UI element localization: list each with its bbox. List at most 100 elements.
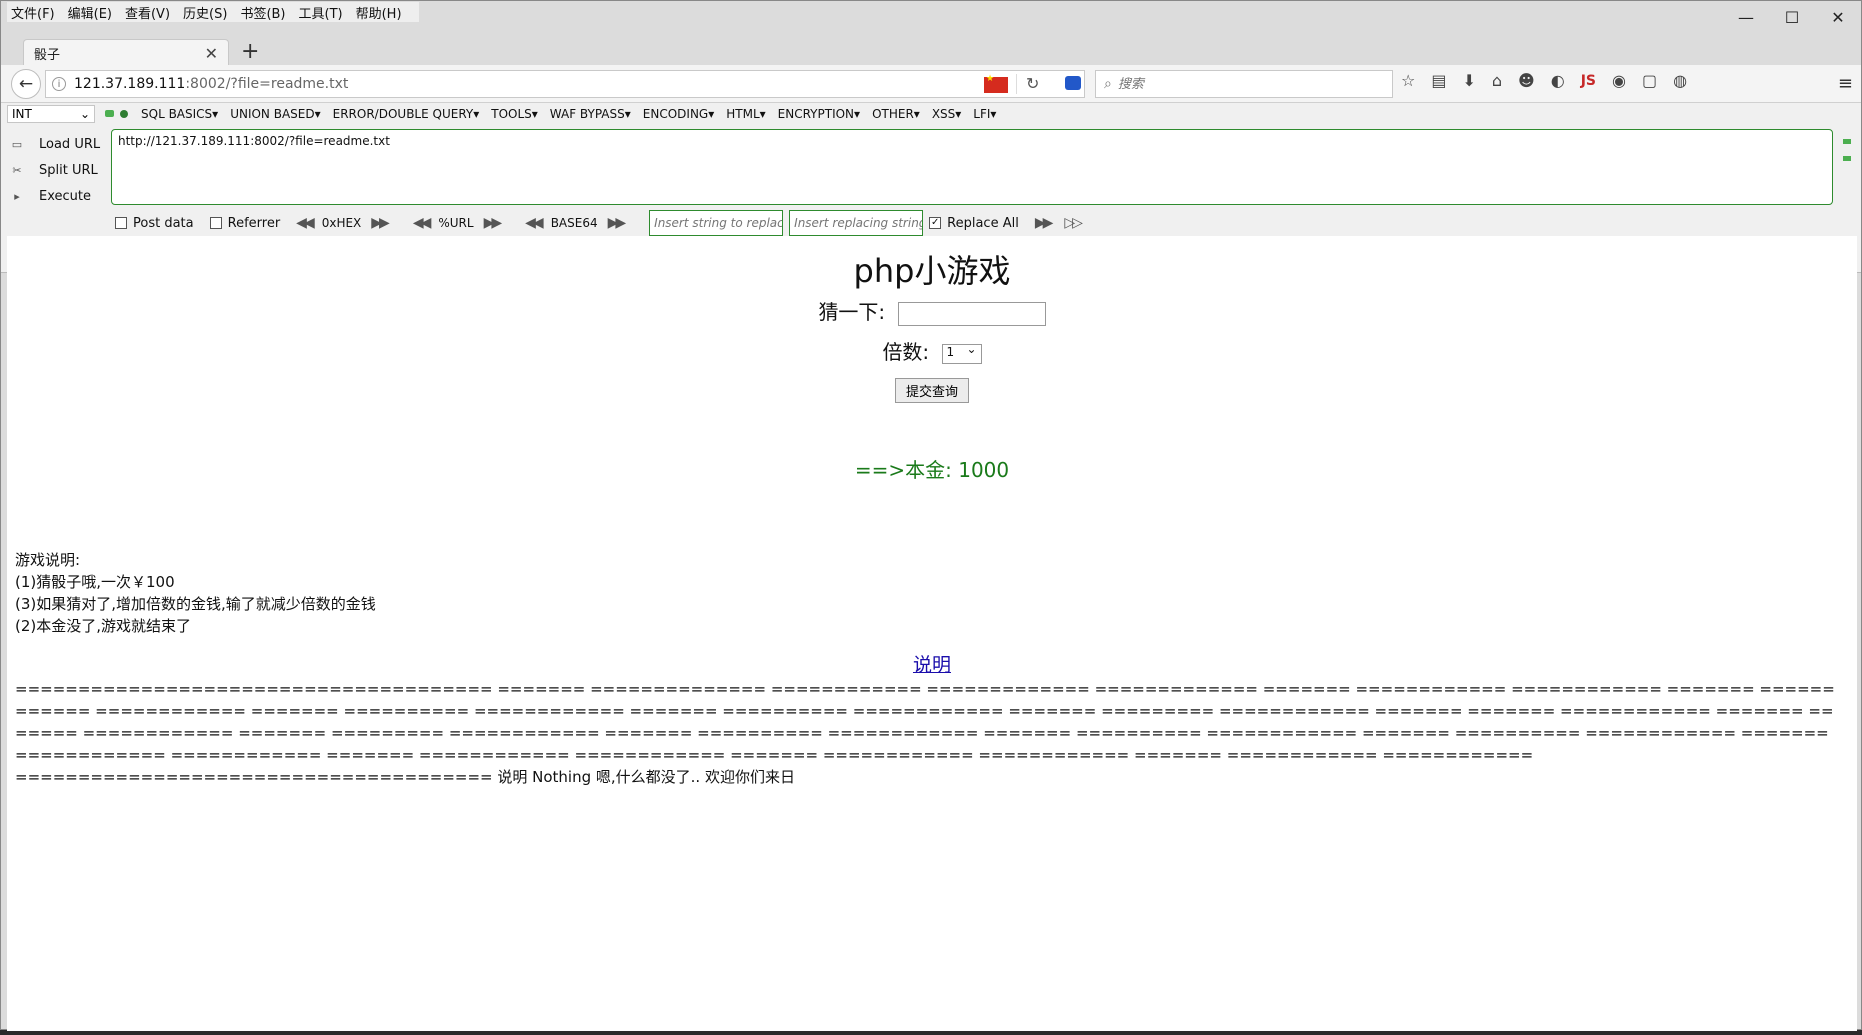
tail-text: ====================================== 说…: [15, 768, 795, 786]
hackbar-menu: INT ⌄ SQL BASICS▾ UNION BASED▾ ERROR/DOU…: [1, 103, 1861, 125]
page-content: php小游戏 猜一下: 倍数: 1 提交查询 ==>本金: 1000 游戏说明:…: [7, 236, 1857, 1031]
back-button[interactable]: ←: [11, 68, 41, 99]
referrer-checkbox[interactable]: Referrer: [209, 215, 281, 231]
encode-arrow-icon[interactable]: ▶▶: [484, 215, 502, 231]
multiplier-select[interactable]: 1: [941, 342, 982, 364]
close-window-button[interactable]: ✕: [1815, 1, 1861, 33]
navigation-bar: ← i 121.37.189.111:8002/?file=readme.txt…: [1, 65, 1861, 103]
split-url-label: Split URL: [39, 162, 98, 178]
post-data-checkbox[interactable]: Post data: [115, 216, 194, 231]
hackbar-status: [105, 110, 134, 118]
indicator-icon: [1843, 139, 1851, 144]
explain-link[interactable]: 说明: [7, 650, 1857, 677]
url-bar[interactable]: i 121.37.189.111:8002/?file=readme.txt ↻: [45, 70, 1085, 98]
type-select[interactable]: INT ⌄: [7, 105, 95, 123]
hex-encoder: ◀◀ 0xHEX ▶▶: [296, 215, 390, 231]
multiplier-label: 倍数:: [882, 340, 930, 364]
title-bar: 文件(F) 编辑(E) 查看(V) 历史(S) 书签(B) 工具(T) 帮助(H…: [1, 1, 1861, 37]
hackbar-url-textarea[interactable]: http://121.37.189.111:8002/?file=readme.…: [111, 129, 1833, 205]
replace-arrow-icon[interactable]: ▶▶: [1035, 215, 1053, 231]
hackbar-side-indicators: [1843, 139, 1851, 173]
search-input[interactable]: [1117, 76, 1358, 92]
equals-text-block: ====================================== =…: [15, 680, 1835, 764]
multiplier-row: 倍数: 1: [7, 336, 1857, 365]
download-icon[interactable]: ⬇: [1462, 71, 1475, 90]
url-path: :8002/?file=readme.txt: [185, 76, 349, 92]
menu-bookmarks[interactable]: 书签(B): [240, 3, 285, 22]
decode-arrow-icon[interactable]: ◀◀: [525, 215, 543, 231]
split-url-button[interactable]: ✂ Split URL: [9, 157, 100, 183]
minimize-button[interactable]: —: [1723, 1, 1769, 33]
menu-error-double-query[interactable]: ERROR/DOUBLE QUERY▾: [333, 107, 480, 121]
guess-row: 猜一下:: [7, 296, 1857, 326]
menu-waf-bypass[interactable]: WAF BYPASS▾: [550, 107, 631, 121]
execute-button[interactable]: ▸ Execute: [9, 183, 100, 209]
search-icon: ⌕: [1104, 76, 1112, 92]
home-icon[interactable]: ⌂: [1492, 71, 1502, 90]
rules-line: (2)本金没了,游戏就结束了: [15, 617, 192, 635]
encode-arrow-icon[interactable]: ▶▶: [608, 215, 626, 231]
menu-history[interactable]: 历史(S): [183, 3, 227, 22]
globe-icon[interactable]: ◉: [1612, 71, 1626, 90]
china-flag-icon[interactable]: [984, 74, 1008, 93]
hamburger-menu-icon[interactable]: ≡: [1838, 73, 1853, 94]
menu-other[interactable]: OTHER▾: [872, 107, 920, 121]
indicator-icon: [1843, 156, 1851, 161]
menu-tools[interactable]: TOOLS▾: [491, 107, 538, 121]
url-encoder: ◀◀ %URL ▶▶: [413, 215, 502, 231]
bookmark-star-icon[interactable]: ☆: [1401, 71, 1415, 90]
translate-icon[interactable]: ◍: [1673, 71, 1687, 90]
search-bar[interactable]: ⌕: [1095, 70, 1393, 98]
checkbox-checked: ✓: [929, 217, 942, 229]
reading-list-icon[interactable]: ▤: [1431, 71, 1446, 90]
referrer-label: Referrer: [227, 215, 281, 231]
menu-lfi[interactable]: LFI▾: [973, 107, 996, 121]
url-label: %URL: [438, 216, 474, 230]
type-select-value: INT: [12, 107, 32, 121]
replace-string-input[interactable]: [649, 210, 784, 236]
guess-input[interactable]: [897, 301, 1046, 326]
replace-all-label: Replace All: [947, 215, 1019, 231]
menu-union-based[interactable]: UNION BASED▾: [230, 107, 320, 121]
tab-title: 骰子: [34, 48, 61, 63]
menu-edit[interactable]: 编辑(E): [68, 3, 112, 22]
avatar-icon[interactable]: ☻: [1518, 71, 1535, 90]
js-toggle-icon[interactable]: JS: [1581, 73, 1596, 89]
maximize-button[interactable]: ☐: [1769, 1, 1815, 33]
menu-view[interactable]: 查看(V): [125, 3, 170, 22]
window-controls: — ☐ ✕: [1723, 1, 1861, 33]
arrow-left-icon: ←: [18, 73, 34, 94]
reload-icon[interactable]: ↻: [1026, 74, 1039, 93]
menu-tools[interactable]: 工具(T): [299, 3, 343, 22]
menu-file[interactable]: 文件(F): [11, 3, 55, 22]
replace-all-checkbox[interactable]: ✓ Replace All: [929, 216, 1019, 231]
menu-xss[interactable]: XSS▾: [932, 107, 961, 121]
load-url-label: Load URL: [39, 136, 101, 152]
load-url-button[interactable]: ▭ Load URL: [9, 131, 100, 157]
hex-label: 0xHEX: [321, 216, 362, 230]
device-icon[interactable]: ▢: [1642, 71, 1657, 90]
new-tab-button[interactable]: +: [241, 41, 259, 63]
info-icon[interactable]: i: [52, 77, 66, 91]
rules-line: (3)如果猜对了,增加倍数的金钱,输了就减少倍数的金钱: [15, 595, 376, 613]
menu-bar: 文件(F) 编辑(E) 查看(V) 历史(S) 书签(B) 工具(T) 帮助(H…: [7, 2, 419, 22]
submit-row: 提交查询: [7, 378, 1857, 403]
palette-icon[interactable]: ◐: [1551, 71, 1565, 90]
base64-encoder: ◀◀ BASE64 ▶▶: [525, 215, 626, 231]
replacing-string-input[interactable]: [789, 210, 924, 236]
extension-icon[interactable]: [1065, 76, 1081, 90]
menu-html[interactable]: HTML▾: [726, 107, 765, 121]
rules-line: 游戏说明:: [15, 551, 81, 569]
menu-help[interactable]: 帮助(H): [356, 3, 402, 22]
tab-active[interactable]: 骰子 ✕: [23, 39, 229, 67]
menu-encryption[interactable]: ENCRYPTION▾: [778, 107, 860, 121]
decode-arrow-icon[interactable]: ◀◀: [413, 215, 431, 231]
menu-encoding[interactable]: ENCODING▾: [643, 107, 714, 121]
decode-arrow-icon[interactable]: ◀◀: [296, 215, 314, 231]
close-icon[interactable]: ✕: [205, 44, 218, 63]
submit-button[interactable]: 提交查询: [894, 378, 969, 403]
encode-arrow-icon[interactable]: ▶▶: [371, 215, 389, 231]
replace-all-arrow-icon[interactable]: ▷▷: [1064, 215, 1082, 231]
menu-sql-basics[interactable]: SQL BASICS▾: [141, 107, 218, 121]
chevron-down-icon: ⌄: [79, 107, 90, 121]
